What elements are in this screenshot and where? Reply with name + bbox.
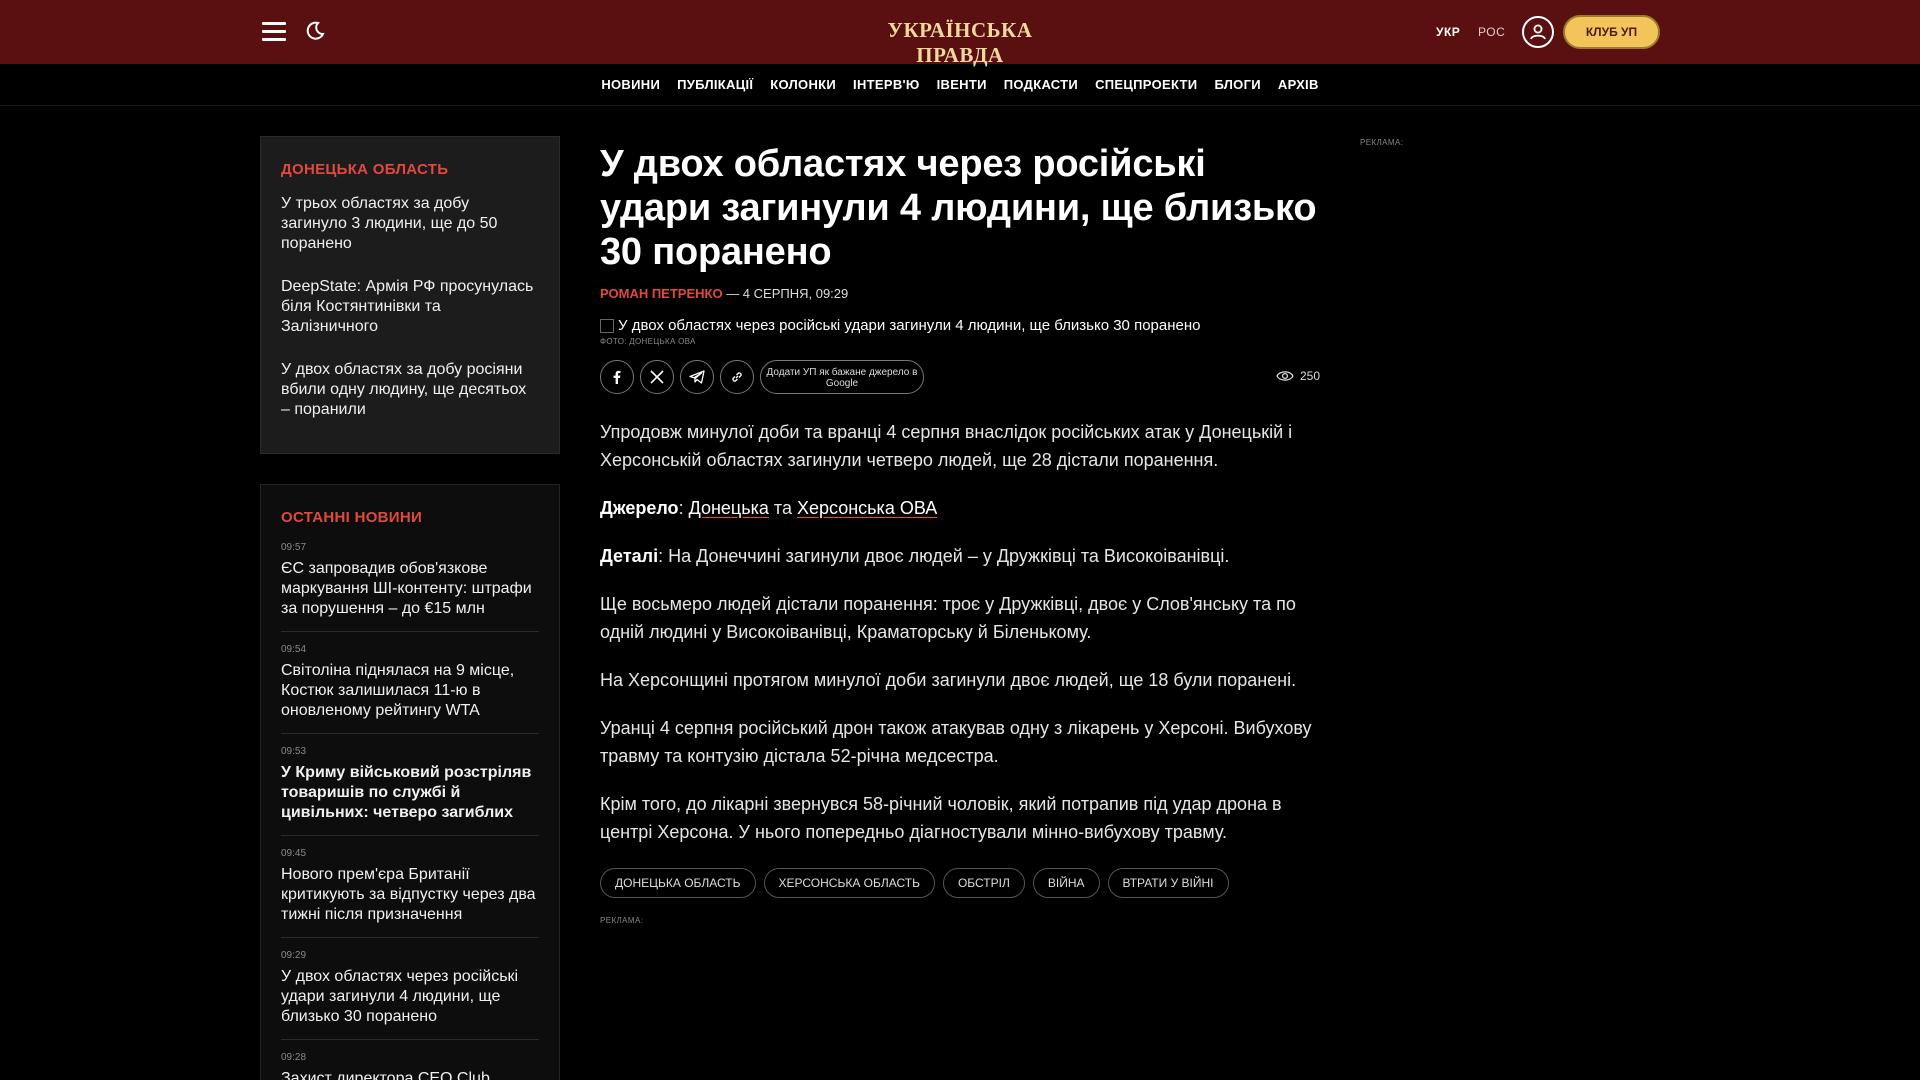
lang-ros-link[interactable]: РОС	[1478, 25, 1505, 39]
paragraph: На Херсонщині протягом минулої доби заги…	[600, 670, 1297, 690]
article-tags: ДОНЕЦЬКА ОБЛАСТЬ ХЕРСОНСЬКА ОБЛАСТЬ ОБСТ…	[600, 868, 1320, 898]
eye-icon	[1276, 371, 1294, 381]
source-link-donetsk[interactable]: Донецька	[689, 498, 769, 518]
news-headline[interactable]: Захист директора CEO Club	[281, 1069, 539, 1080]
nav-item-specprojects[interactable]: СПЕЦПРОЕКТИ	[1095, 77, 1197, 92]
tag[interactable]: ДОНЕЦЬКА ОБЛАСТЬ	[600, 868, 756, 898]
region-news-item[interactable]: У трьох областях за добу загинуло 3 люди…	[281, 194, 539, 254]
article-image-alt: У двох областях через російські удари за…	[618, 317, 1201, 334]
club-up-button[interactable]: КЛУБ УП	[1563, 15, 1660, 49]
nav-item-podcasts[interactable]: ПОДКАСТИ	[1004, 77, 1078, 92]
views-counter: 250	[1276, 369, 1320, 383]
nav-item-blogs[interactable]: БЛОГИ	[1214, 77, 1260, 92]
article: У двох областях через російські удари за…	[600, 142, 1320, 925]
source-link-kherson[interactable]: Херсонська ОВА	[797, 498, 937, 518]
news-headline[interactable]: У Криму військовий розстріляв товаришів …	[281, 763, 539, 823]
news-time: 09:54	[281, 644, 307, 655]
main-nav: НОВИНИ ПУБЛІКАЦІЇ КОЛОНКИ ІНТЕРВ'Ю ІВЕНТ…	[0, 64, 1920, 106]
tag[interactable]: ХЕРСОНСЬКА ОБЛАСТЬ	[763, 868, 935, 898]
latest-news-card: ОСТАННІ НОВИНИ 09:57 ЄС запровадив обов'…	[260, 484, 560, 1080]
latest-news-item[interactable]: 09:54 Світоліна піднялася на 9 місце, Ко…	[281, 644, 539, 734]
user-account-icon[interactable]	[1522, 16, 1554, 48]
source-label: Джерело	[600, 498, 679, 518]
nav-item-interviews[interactable]: ІНТЕРВ'Ю	[853, 77, 920, 92]
top-header: УКРАЇНСЬКА ПРАВДА УКР РОС КЛУБ УП	[0, 0, 1920, 67]
news-headline[interactable]: Світоліна піднялася на 9 місце, Костюк з…	[281, 661, 539, 721]
news-time: 09:53	[281, 746, 307, 757]
source-and: та	[773, 498, 792, 518]
tag[interactable]: ВІЙНА	[1032, 868, 1100, 898]
details-paragraph: Деталі: На Донеччині загинули двоє людей…	[600, 542, 1320, 570]
tag[interactable]: ОБСТРІЛ	[942, 868, 1025, 898]
ad-label: РЕКЛАМА:	[600, 916, 644, 925]
latest-news-item[interactable]: 09:53 У Криму військовий розстріляв това…	[281, 746, 539, 836]
facebook-share-icon[interactable]	[600, 360, 634, 394]
nav-item-columns[interactable]: КОЛОНКИ	[770, 77, 836, 92]
latest-news-item[interactable]: 09:29 У двох областях через російські уд…	[281, 950, 539, 1040]
article-byline: РОМАН ПЕТРЕНКО — 4 СЕРПНЯ, 09:29	[600, 286, 1320, 301]
news-headline[interactable]: ЄС запровадив обов'язкове маркування ШІ-…	[281, 559, 539, 619]
menu-icon[interactable]	[262, 22, 286, 42]
news-time: 09:28	[281, 1052, 307, 1063]
news-headline[interactable]: У двох областях через російські удари за…	[281, 967, 539, 1027]
paragraph: Упродовж минулої доби та вранці 4 серпня…	[600, 422, 1293, 470]
article-body: Упродовж минулої доби та вранці 4 серпня…	[600, 418, 1320, 846]
broken-image-icon	[600, 318, 614, 333]
news-time: 09:57	[281, 542, 307, 553]
news-time: 09:29	[281, 950, 307, 961]
details-label: Деталі	[600, 546, 659, 566]
region-news-item[interactable]: DeepState: Армія РФ просунулась біля Кос…	[281, 277, 539, 337]
site-logo[interactable]: УКРАЇНСЬКА ПРАВДА	[860, 18, 1060, 68]
news-time: 09:45	[281, 848, 307, 859]
region-news-item[interactable]: У двох областях за добу росіяни вбили од…	[281, 360, 539, 420]
region-news-card: ДОНЕЦЬКА ОБЛАСТЬ У трьох областях за доб…	[260, 136, 560, 454]
paragraph: Крім того, до лікарні звернувся 58-річни…	[600, 794, 1282, 842]
article-date: — 4 СЕРПНЯ, 09:29	[726, 286, 849, 301]
nav-item-archive[interactable]: АРХІВ	[1278, 77, 1319, 92]
telegram-share-icon[interactable]	[680, 360, 714, 394]
latest-news-title[interactable]: ОСТАННІ НОВИНИ	[281, 509, 539, 526]
google-preferred-source-button[interactable]: Додати УП як бажане джерело в Google	[760, 360, 924, 394]
news-headline[interactable]: Нового прем'єра Британії критикують за в…	[281, 865, 539, 925]
tag[interactable]: ВТРАТИ У ВІЙНІ	[1107, 868, 1229, 898]
nav-item-news[interactable]: НОВИНИ	[601, 77, 660, 92]
dark-mode-moon-icon[interactable]	[304, 20, 326, 42]
latest-news-item[interactable]: 09:57 ЄС запровадив обов'язкове маркуван…	[281, 542, 539, 632]
x-share-icon[interactable]	[640, 360, 674, 394]
views-count: 250	[1299, 369, 1320, 383]
region-title[interactable]: ДОНЕЦЬКА ОБЛАСТЬ	[281, 161, 539, 178]
details-text: : На Донеччині загинули двоє людей – у Д…	[658, 546, 1230, 566]
share-bar: Додати УП як бажане джерело в Google 250	[600, 360, 1320, 394]
nav-item-events[interactable]: ІВЕНТИ	[937, 77, 987, 92]
article-title: У двох областях через російські удари за…	[600, 143, 1317, 273]
copy-link-icon[interactable]	[720, 360, 754, 394]
latest-news-item[interactable]: 09:28 Захист директора CEO Club	[281, 1052, 539, 1080]
article-image: У двох областях через російські удари за…	[600, 317, 1320, 334]
ad-label-right: РЕКЛАМА:	[1360, 138, 1404, 147]
latest-news-item[interactable]: 09:45 Нового прем'єра Британії критикуют…	[281, 848, 539, 938]
author-link[interactable]: РОМАН ПЕТРЕНКО	[600, 286, 723, 301]
source-paragraph: Джерело: Донецька та Херсонська ОВА	[600, 498, 938, 518]
photo-caption: ФОТО: ДОНЕЦЬКА ОВА	[600, 337, 696, 346]
nav-item-publications[interactable]: ПУБЛІКАЦІЇ	[677, 77, 753, 92]
paragraph: Ще восьмеро людей дістали поранення: тро…	[600, 594, 1296, 642]
paragraph: Уранці 4 серпня російський дрон також ат…	[600, 718, 1312, 766]
lang-ukr-link[interactable]: УКР	[1436, 25, 1460, 39]
